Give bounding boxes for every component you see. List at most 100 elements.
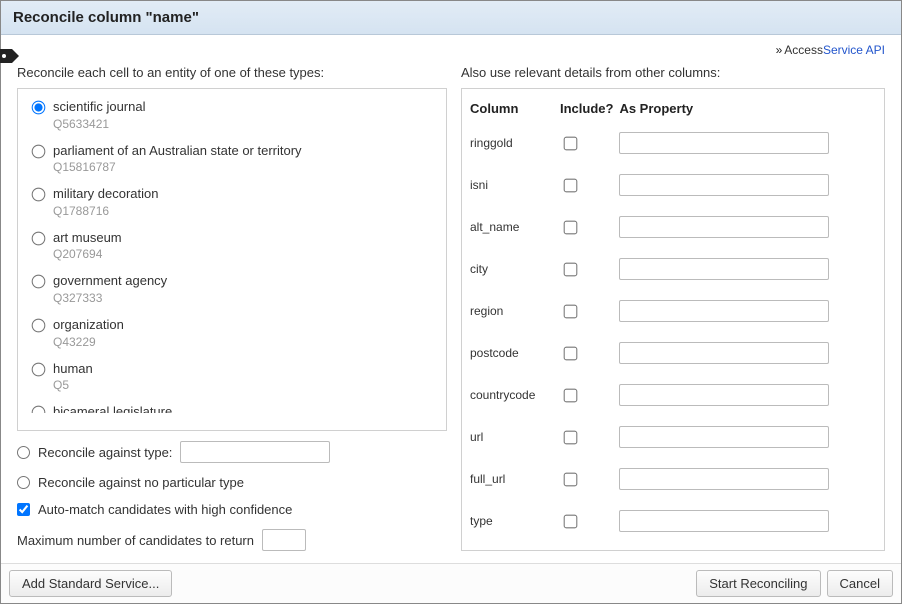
reconcile-no-type-label: Reconcile against no particular type xyxy=(38,475,244,490)
left-heading: Reconcile each cell to an entity of one … xyxy=(17,61,447,88)
detail-column-name: city xyxy=(470,248,560,290)
th-property: As Property xyxy=(619,99,876,122)
opt-reconcile-type-row: Reconcile against type: xyxy=(17,441,447,463)
detail-column-name: full_url xyxy=(470,458,560,500)
right-heading: Also use relevant details from other col… xyxy=(461,61,885,88)
type-option-label: art museum xyxy=(53,230,122,246)
include-checkbox[interactable] xyxy=(564,514,578,528)
include-checkbox[interactable] xyxy=(564,346,578,360)
type-option-id: Q5633421 xyxy=(53,117,146,131)
property-input[interactable] xyxy=(619,300,829,322)
type-option-label: parliament of an Australian state or ter… xyxy=(53,143,302,159)
type-option-id: Q327333 xyxy=(53,291,167,305)
detail-column-name: postcode xyxy=(470,332,560,374)
type-option-radio[interactable] xyxy=(32,231,46,245)
table-row: countrycode xyxy=(470,374,876,416)
table-row: full_url xyxy=(470,458,876,500)
detail-column-name: countrycode xyxy=(470,374,560,416)
type-option-label: organization xyxy=(53,317,124,333)
reconcile-no-type-radio[interactable] xyxy=(17,476,30,489)
property-input[interactable] xyxy=(619,174,829,196)
include-checkbox[interactable] xyxy=(564,136,578,150)
reconcile-type-input[interactable] xyxy=(180,441,330,463)
right-column: Also use relevant details from other col… xyxy=(461,61,885,551)
type-option[interactable]: parliament of an Australian state or ter… xyxy=(32,143,440,175)
type-option[interactable]: bicameral legislatureQ189445 xyxy=(32,404,440,413)
opt-no-type-row: Reconcile against no particular type xyxy=(17,475,447,490)
type-option-radio[interactable] xyxy=(32,406,46,413)
property-input[interactable] xyxy=(619,510,829,532)
property-input[interactable] xyxy=(619,216,829,238)
include-checkbox[interactable] xyxy=(564,178,578,192)
detail-column-name: region xyxy=(470,290,560,332)
table-row: postcode xyxy=(470,332,876,374)
type-option[interactable]: scientific journal Q5633421 xyxy=(32,99,440,131)
include-checkbox[interactable] xyxy=(564,430,578,444)
type-option-radio[interactable] xyxy=(32,101,46,115)
detail-column-name: alt_name xyxy=(470,206,560,248)
property-input[interactable] xyxy=(619,342,829,364)
th-include: Include? xyxy=(560,99,619,122)
tag-icon xyxy=(0,49,19,63)
detail-column-name: ringgold xyxy=(470,122,560,164)
type-option-id: Q1788716 xyxy=(53,204,159,218)
type-option-id: Q5 xyxy=(53,378,93,392)
type-option[interactable]: military decoration Q1788716 xyxy=(32,186,440,218)
types-panel: scientific journal Q5633421 parliament of … xyxy=(17,88,447,431)
table-row: url xyxy=(470,416,876,458)
type-option-radio[interactable] xyxy=(32,188,46,202)
th-column: Column xyxy=(470,99,560,122)
table-row: isni xyxy=(470,164,876,206)
type-option-radio[interactable] xyxy=(32,275,46,289)
type-option-id: Q207694 xyxy=(53,247,122,261)
automatch-checkbox[interactable] xyxy=(17,503,30,516)
types-scroll[interactable]: scientific journal Q5633421 parliament of … xyxy=(18,89,446,413)
include-checkbox[interactable] xyxy=(564,262,578,276)
table-row: city xyxy=(470,248,876,290)
type-option-label: scientific journal xyxy=(53,99,146,115)
footer-right-group: Start Reconciling Cancel xyxy=(696,570,893,597)
detail-column-name: url xyxy=(470,416,560,458)
include-checkbox[interactable] xyxy=(564,220,578,234)
type-option-radio[interactable] xyxy=(32,144,46,158)
type-option-radio[interactable] xyxy=(32,362,46,376)
property-input[interactable] xyxy=(619,384,829,406)
dialog-footer: Add Standard Service... Start Reconcilin… xyxy=(1,563,901,603)
opt-max-candidates-row: Maximum number of candidates to return xyxy=(17,529,447,551)
type-option[interactable]: art museumQ207694 xyxy=(32,230,440,262)
type-option-label: military decoration xyxy=(53,186,159,202)
type-option-label: government agency xyxy=(53,273,167,289)
detail-column-name: type xyxy=(470,500,560,542)
table-row: type xyxy=(470,500,876,542)
start-reconciling-button[interactable]: Start Reconciling xyxy=(696,570,820,597)
property-input[interactable] xyxy=(619,426,829,448)
type-option[interactable]: organizationQ43229 xyxy=(32,317,440,349)
left-column: Reconcile each cell to an entity of one … xyxy=(17,61,447,551)
columns-container: Reconcile each cell to an entity of one … xyxy=(17,61,885,551)
left-options: Reconcile against type: Reconcile agains… xyxy=(17,441,447,551)
service-api-link[interactable]: Service API xyxy=(823,43,885,57)
table-row: alt_name xyxy=(470,206,876,248)
reconcile-against-type-radio[interactable] xyxy=(17,446,30,459)
max-candidates-input[interactable] xyxy=(262,529,306,551)
include-checkbox[interactable] xyxy=(564,472,578,486)
access-label: Access xyxy=(784,43,823,57)
include-checkbox[interactable] xyxy=(564,304,578,318)
reconcile-against-type-label: Reconcile against type: xyxy=(38,445,172,460)
property-input[interactable] xyxy=(619,468,829,490)
type-option-id: Q15816787 xyxy=(53,160,302,174)
service-access-row: » Access Service API xyxy=(17,43,885,57)
cancel-button[interactable]: Cancel xyxy=(827,570,893,597)
type-option-radio[interactable] xyxy=(32,319,46,333)
property-input[interactable] xyxy=(619,258,829,280)
raquo-icon: » xyxy=(776,43,783,57)
type-option-label: bicameral legislature xyxy=(53,404,172,413)
type-option[interactable]: government agency Q327333 xyxy=(32,273,440,305)
dialog-title: Reconcile column "name" xyxy=(1,1,901,35)
type-option[interactable]: humanQ5 xyxy=(32,361,440,393)
details-panel: Column Include? As Property ringgoldisni… xyxy=(461,88,885,551)
max-candidates-label: Maximum number of candidates to return xyxy=(17,533,254,548)
include-checkbox[interactable] xyxy=(564,388,578,402)
property-input[interactable] xyxy=(619,132,829,154)
add-standard-service-button[interactable]: Add Standard Service... xyxy=(9,570,172,597)
